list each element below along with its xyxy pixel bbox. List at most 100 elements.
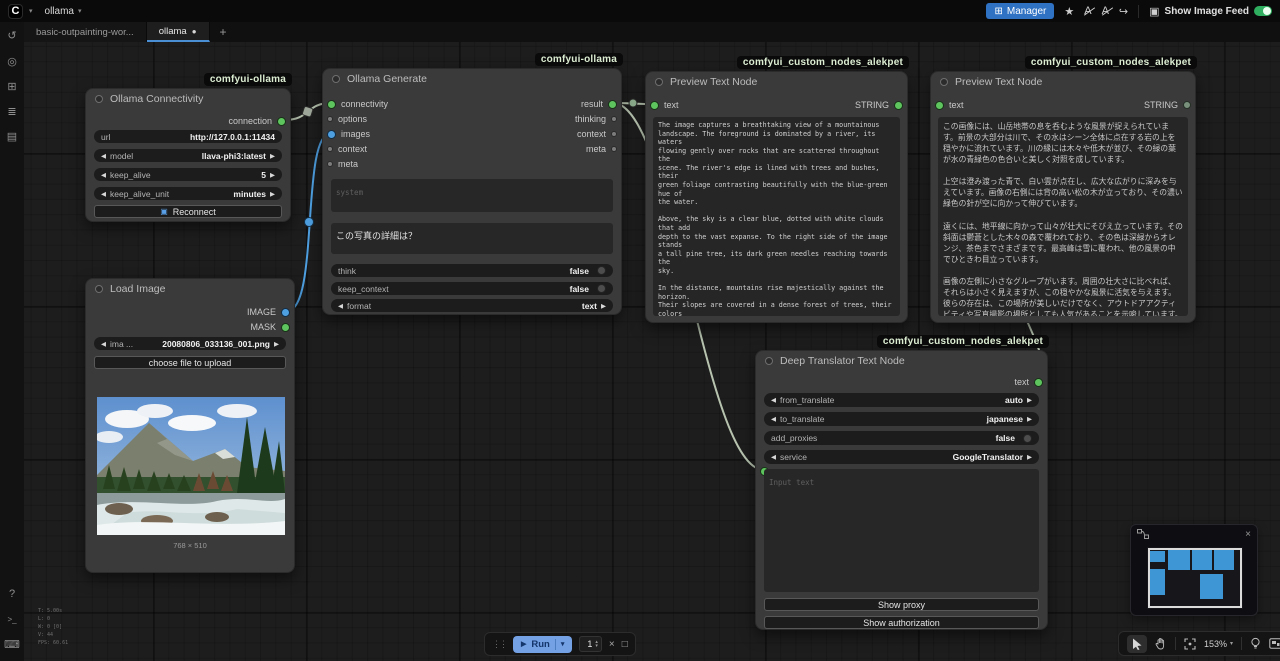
workflow-menu[interactable]: ollama ▾ — [45, 6, 82, 17]
output-result[interactable]: result — [581, 97, 617, 111]
node-preview-text-2[interactable]: comfyui_custom_nodes_alekpet Preview Tex… — [930, 71, 1196, 323]
widget-from-translate[interactable]: ◀ from_translate auto ▶ — [764, 393, 1039, 407]
widget-keep-context[interactable]: keep_context false — [331, 282, 613, 295]
collapse-dot-icon[interactable] — [655, 78, 663, 86]
minimap-links-icon[interactable] — [1137, 529, 1149, 539]
drag-handle[interactable]: ⋮⋮ — [492, 639, 506, 650]
port-dot-icon[interactable] — [277, 117, 286, 126]
workflows-icon[interactable]: ▤ — [0, 125, 24, 147]
combo-right-icon[interactable]: ▶ — [1027, 453, 1032, 461]
input-meta[interactable]: meta — [327, 157, 358, 171]
tab-basic-outpainting[interactable]: basic-outpainting-wor... — [24, 22, 147, 42]
widget-service[interactable]: ◀ service GoogleTranslator ▶ — [764, 450, 1039, 464]
pan-tool-button[interactable] — [1155, 638, 1167, 650]
minimap-canvas[interactable] — [1147, 547, 1243, 609]
widget-model[interactable]: ◀ model llava-phi3:latest ▶ — [94, 149, 282, 162]
input-images[interactable]: images — [327, 127, 370, 141]
node-title-bar[interactable]: Ollama Generate — [323, 69, 621, 89]
port-dot-icon[interactable] — [611, 146, 617, 152]
choose-file-button[interactable]: choose file to upload — [94, 356, 286, 369]
font-toggle-icon-2[interactable]: A — [1102, 5, 1109, 17]
history-icon[interactable]: ↺ — [0, 24, 24, 46]
collapse-dot-icon[interactable] — [332, 75, 340, 83]
port-dot-icon[interactable] — [1183, 101, 1191, 109]
combo-right-icon[interactable]: ▶ — [601, 302, 606, 310]
node-preview-text-1[interactable]: comfyui_custom_nodes_alekpet Preview Tex… — [645, 71, 908, 323]
output-meta[interactable]: meta — [586, 142, 617, 156]
combo-left-icon[interactable]: ◀ — [101, 152, 106, 160]
node-ollama-connectivity[interactable]: comfyui-ollama Ollama Connectivity conne… — [85, 88, 291, 222]
help-icon[interactable]: ? — [0, 583, 24, 605]
output-image[interactable]: IMAGE — [247, 305, 290, 319]
widget-keep-alive[interactable]: ◀ keep_alive 5 ▶ — [94, 168, 282, 181]
port-dot-icon[interactable] — [650, 101, 659, 110]
count-down-icon[interactable]: ▾ — [595, 644, 598, 649]
reconnect-button[interactable]: ▣ Reconnect — [94, 205, 282, 218]
manager-button[interactable]: ⊞ Manager — [986, 3, 1054, 19]
widget-keep-alive-unit[interactable]: ◀ keep_alive_unit minutes ▶ — [94, 187, 282, 200]
node-title-bar[interactable]: Ollama Connectivity — [86, 89, 290, 109]
minimap-close-icon[interactable]: × — [1245, 529, 1251, 540]
input-context[interactable]: context — [327, 142, 367, 156]
minimap-viewport[interactable] — [1148, 548, 1242, 608]
port-dot-icon[interactable] — [281, 323, 290, 332]
fit-view-button[interactable] — [1184, 638, 1196, 650]
widget-format[interactable]: ◀ format text ▶ — [331, 299, 613, 312]
translator-textarea[interactable]: Input text — [764, 469, 1039, 592]
port-dot-icon[interactable] — [608, 100, 617, 109]
node-title-bar[interactable]: Preview Text Node — [646, 72, 907, 92]
node-title-bar[interactable]: Deep Translator Text Node — [756, 351, 1047, 371]
combo-left-icon[interactable]: ◀ — [771, 396, 776, 404]
port-dot-icon[interactable] — [327, 116, 333, 122]
toggle-knob-icon[interactable] — [1023, 434, 1032, 443]
system-textarea[interactable]: system — [331, 179, 613, 212]
combo-right-icon[interactable]: ▶ — [270, 171, 275, 179]
minimap-panel[interactable]: × — [1130, 524, 1258, 616]
keyboard-shortcuts-icon[interactable]: ⌨ — [0, 633, 24, 655]
input-text[interactable]: text — [935, 98, 964, 112]
show-image-feed-control[interactable]: ▣ Show Image Feed — [1138, 5, 1272, 18]
combo-right-icon[interactable]: ▶ — [274, 340, 279, 348]
combo-left-icon[interactable]: ◀ — [338, 302, 343, 310]
show-proxy-button[interactable]: Show proxy — [764, 598, 1039, 611]
collapse-dot-icon[interactable] — [940, 78, 948, 86]
batch-count-stepper[interactable]: 1 ▴ ▾ — [579, 636, 602, 652]
terminal-icon[interactable]: >_ — [0, 608, 24, 630]
run-options-chevron-icon[interactable]: ▾ — [561, 640, 565, 648]
node-deep-translator[interactable]: comfyui_custom_nodes_alekpet Deep Transl… — [755, 350, 1048, 630]
port-dot-icon[interactable] — [327, 146, 333, 152]
input-options[interactable]: options — [327, 112, 367, 126]
toggle-link-visibility-button[interactable] — [1250, 637, 1261, 650]
share-icon[interactable]: ↪ — [1119, 5, 1128, 18]
port-dot-icon[interactable] — [1034, 378, 1043, 387]
widget-image-file[interactable]: ◀ ima ... 20080806_033136_001.png ▶ — [94, 337, 286, 350]
node-ollama-generate[interactable]: comfyui-ollama Ollama Generate connectiv… — [322, 68, 622, 315]
port-dot-icon[interactable] — [327, 100, 336, 109]
port-dot-icon[interactable] — [281, 308, 290, 317]
prompt-textarea[interactable]: この写真の詳細は？ — [331, 223, 613, 254]
combo-left-icon[interactable]: ◀ — [771, 415, 776, 423]
collapse-dot-icon[interactable] — [95, 285, 103, 293]
output-connection[interactable]: connection — [228, 114, 286, 128]
queue-icon[interactable]: ◎ — [0, 50, 24, 72]
port-dot-icon[interactable] — [611, 116, 617, 122]
preview-text-content[interactable]: この画像には、山岳地帯の息を呑むような風景が捉えられています。前景の大部分は川で… — [938, 117, 1188, 316]
comfyui-logo[interactable]: C — [8, 4, 23, 19]
node-title-bar[interactable]: Preview Text Node — [931, 72, 1195, 92]
stop-icon[interactable]: □ — [622, 639, 628, 650]
widget-think[interactable]: think false — [331, 264, 613, 277]
toggle-knob-icon[interactable] — [597, 266, 606, 275]
combo-right-icon[interactable]: ▶ — [1027, 396, 1032, 404]
port-dot-icon[interactable] — [611, 131, 617, 137]
output-thinking[interactable]: thinking — [575, 112, 617, 126]
zoom-level-dropdown[interactable]: 153% ▾ — [1204, 639, 1233, 649]
port-dot-icon[interactable] — [894, 101, 903, 110]
combo-right-icon[interactable]: ▶ — [270, 152, 275, 160]
minimap-toggle-button[interactable] — [1269, 638, 1280, 649]
font-toggle-icon[interactable]: A — [1084, 5, 1091, 17]
widget-url[interactable]: url http://127.0.0.1:11434 — [94, 130, 282, 143]
select-tool-button[interactable] — [1127, 635, 1147, 653]
output-context[interactable]: context — [577, 127, 617, 141]
combo-left-icon[interactable]: ◀ — [101, 171, 106, 179]
combo-right-icon[interactable]: ▶ — [270, 190, 275, 198]
